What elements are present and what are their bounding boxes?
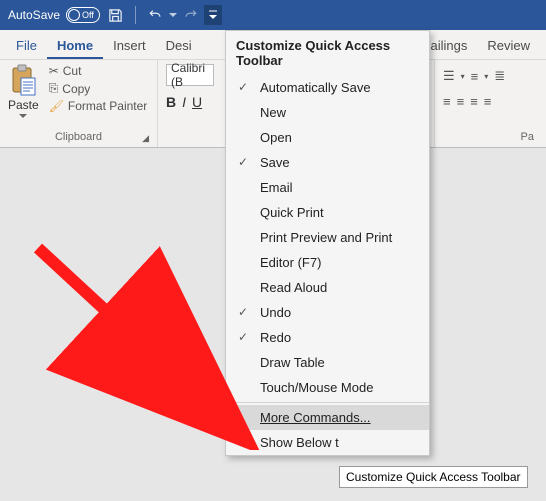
tab-review[interactable]: Review xyxy=(477,32,540,59)
chevron-down-icon[interactable]: ▾ xyxy=(461,72,465,81)
bold-button[interactable]: B xyxy=(166,94,176,110)
redo-icon[interactable] xyxy=(183,8,198,22)
autosave-toggle[interactable]: AutoSave Off xyxy=(8,7,100,23)
tab-mailings[interactable]: ailings xyxy=(431,32,478,59)
font-group: Calibri (B B I U xyxy=(158,60,222,147)
clipboard-group-label: Clipboard ◢ xyxy=(8,129,149,147)
copy-button[interactable]: ⎘Copy xyxy=(49,81,148,96)
italic-button[interactable]: I xyxy=(182,94,186,110)
annotation-arrow xyxy=(30,240,260,450)
paste-button[interactable]: Paste xyxy=(8,64,39,119)
bullets-icon[interactable]: ☰ xyxy=(443,68,455,84)
align-left-icon[interactable]: ≡ xyxy=(443,94,451,109)
tooltip: Customize Quick Access Toolbar xyxy=(339,466,528,488)
menu-item[interactable]: Automatically Save xyxy=(226,75,429,100)
multilevel-icon[interactable]: ≣ xyxy=(494,68,505,84)
tab-home[interactable]: Home xyxy=(47,32,103,59)
dialog-launcher-icon[interactable]: ◢ xyxy=(142,133,149,144)
separator xyxy=(135,6,136,24)
underline-button[interactable]: U xyxy=(192,94,202,110)
paragraph-group-label: Pa xyxy=(443,129,538,147)
tab-design[interactable]: Desi xyxy=(156,32,192,59)
justify-icon[interactable]: ≡ xyxy=(484,94,492,109)
qat-customize-button[interactable] xyxy=(204,5,222,25)
menu-item[interactable]: New xyxy=(226,100,429,125)
undo-icon[interactable] xyxy=(148,8,163,22)
menu-item[interactable]: Quick Print xyxy=(226,200,429,225)
menu-item[interactable]: Email xyxy=(226,175,429,200)
cut-button[interactable]: ✂Cut xyxy=(49,64,148,78)
paste-label: Paste xyxy=(8,98,39,112)
toggle-dot xyxy=(68,9,80,21)
chevron-down-icon xyxy=(19,114,27,119)
clipboard-group: Paste ✂Cut ⎘Copy 🖌Format Painter Clipboa… xyxy=(0,60,158,147)
font-name-combo[interactable]: Calibri (B xyxy=(166,64,214,86)
copy-icon: ⎘ xyxy=(49,81,59,96)
menu-title: Customize Quick Access Toolbar xyxy=(226,31,429,75)
tab-insert[interactable]: Insert xyxy=(103,32,156,59)
title-bar: AutoSave Off xyxy=(0,0,546,30)
tab-file[interactable]: File xyxy=(6,32,47,59)
clipboard-icon xyxy=(9,64,37,96)
clipboard-actions: ✂Cut ⎘Copy 🖌Format Painter xyxy=(49,64,148,113)
chevron-down-icon[interactable] xyxy=(169,11,177,19)
toggle-switch[interactable]: Off xyxy=(66,7,100,23)
numbering-icon[interactable]: ≡ xyxy=(471,69,479,84)
brush-icon: 🖌 xyxy=(49,99,64,113)
quick-access-toolbar xyxy=(108,5,222,25)
menu-item[interactable]: Save xyxy=(226,150,429,175)
chevron-down-icon[interactable]: ▾ xyxy=(484,72,488,81)
autosave-label: AutoSave xyxy=(8,8,60,22)
menu-item[interactable]: Open xyxy=(226,125,429,150)
format-painter-button[interactable]: 🖌Format Painter xyxy=(49,99,148,113)
align-right-icon[interactable]: ≡ xyxy=(470,94,478,109)
align-center-icon[interactable]: ≡ xyxy=(457,94,465,109)
save-icon[interactable] xyxy=(108,8,123,23)
scissors-icon: ✂ xyxy=(49,64,59,78)
paragraph-group: ☰ ▾ ≡ ▾ ≣ ≡ ≡ ≡ ≡ Pa xyxy=(434,60,546,147)
toggle-state: Off xyxy=(82,10,94,20)
